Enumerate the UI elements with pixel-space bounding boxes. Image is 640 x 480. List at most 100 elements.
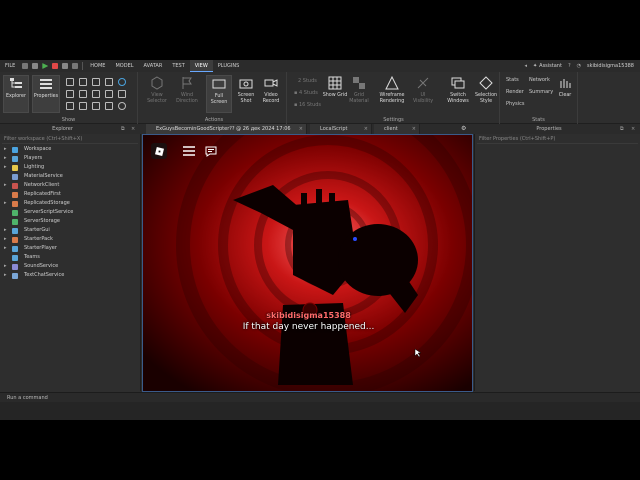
tab-model[interactable]: MODEL: [110, 60, 138, 72]
watch-icon[interactable]: [66, 102, 74, 110]
tab-avatar[interactable]: AVATAR: [139, 60, 168, 72]
call-stack-icon[interactable]: [118, 90, 126, 98]
expand-arrow-icon[interactable]: ▸: [4, 235, 7, 244]
explorer-item[interactable]: ReplicatedFirst: [0, 190, 140, 199]
expand-arrow-icon[interactable]: ▸: [4, 145, 7, 154]
screen-shot-button[interactable]: Screen Shot: [233, 75, 259, 113]
terrain-editor-icon[interactable]: [118, 78, 126, 86]
properties-popout-icon[interactable]: ⧉: [620, 124, 624, 134]
properties-filter-input[interactable]: Filter Properties (Ctrl+Shift+P): [477, 135, 638, 144]
properties-close-icon[interactable]: ×: [631, 124, 635, 134]
video-record-button[interactable]: Video Record: [258, 75, 284, 113]
explorer-button[interactable]: Explorer: [3, 75, 29, 113]
stats-button[interactable]: Stats: [506, 77, 519, 83]
more-icon[interactable]: [72, 63, 79, 69]
ui-visibility-button[interactable]: UI Visibility: [410, 75, 436, 113]
full-screen-button[interactable]: Full Screen: [206, 75, 232, 113]
explorer-item[interactable]: ServerStorage: [0, 217, 140, 226]
notifications-icon[interactable]: ◔: [577, 63, 581, 69]
tag-editor-icon[interactable]: [105, 78, 113, 86]
explorer-item[interactable]: ▸ ReplicatedStorage: [0, 199, 140, 208]
username[interactable]: skibidisigma15388: [587, 63, 634, 69]
script-analysis-icon[interactable]: [79, 90, 87, 98]
four-studs-option[interactable]: ▪ 4 Studs: [294, 90, 318, 96]
hamburger-menu-icon[interactable]: [181, 143, 197, 159]
expand-arrow-icon[interactable]: ▸: [4, 154, 7, 163]
play-icon[interactable]: [42, 63, 49, 69]
close-tab-icon[interactable]: ×: [412, 124, 416, 134]
save-icon[interactable]: [22, 63, 29, 69]
file-menu[interactable]: FILE: [0, 60, 20, 72]
close-tab-icon[interactable]: ×: [299, 124, 303, 134]
sixteen-studs-option[interactable]: ▪ 16 Studs: [294, 102, 321, 108]
explorer-item[interactable]: ▸ TextChatService: [0, 271, 140, 280]
explorer-item[interactable]: Teams: [0, 253, 140, 262]
redo-icon[interactable]: [62, 63, 69, 69]
share-icon[interactable]: ◂: [524, 63, 527, 69]
tab-plugins[interactable]: PLUGINS: [213, 60, 244, 72]
two-studs-option[interactable]: 2 Studs: [298, 78, 317, 84]
game-viewport[interactable]: skibidisigma15388 If that day never happ…: [142, 134, 473, 392]
team-create-icon[interactable]: [92, 78, 100, 86]
chat-icon[interactable]: [203, 143, 219, 159]
expand-arrow-icon[interactable]: ▸: [4, 262, 7, 271]
command-bar-icon[interactable]: [92, 90, 100, 98]
explorer-item[interactable]: ▸ StarterPlayer: [0, 244, 140, 253]
team-test-icon[interactable]: [105, 102, 113, 110]
explorer-item[interactable]: ▸ SoundService: [0, 262, 140, 271]
output-icon[interactable]: [66, 90, 74, 98]
explorer-item[interactable]: ▸ Lighting: [0, 163, 140, 172]
breakpoints-icon[interactable]: [79, 102, 87, 110]
expand-arrow-icon[interactable]: ▸: [4, 199, 7, 208]
command-bar-input[interactable]: Run a command: [0, 392, 640, 402]
tab-view[interactable]: VIEW: [189, 60, 213, 72]
explorer-item[interactable]: ServerScriptService: [0, 208, 140, 217]
tab-client[interactable]: client ×: [374, 124, 420, 134]
undo-icon[interactable]: [32, 63, 39, 69]
explorer-item[interactable]: ▸ Players: [0, 154, 140, 163]
tab-home[interactable]: HOME: [85, 60, 110, 72]
grid-material-button[interactable]: Grid Material: [346, 75, 372, 113]
physics-button[interactable]: Physics: [506, 101, 525, 107]
history-icon[interactable]: [118, 102, 126, 110]
asset-manager-icon[interactable]: [79, 78, 87, 86]
expand-arrow-icon[interactable]: ▸: [4, 163, 7, 172]
tab-client-label: client: [384, 126, 398, 132]
explorer-close-icon[interactable]: ×: [131, 124, 135, 134]
close-tab-icon[interactable]: ×: [364, 124, 368, 134]
expand-arrow-icon[interactable]: ▸: [4, 271, 7, 280]
view-selector-button[interactable]: View Selector: [144, 75, 170, 113]
expand-arrow-icon[interactable]: ▸: [4, 226, 7, 235]
explorer-item[interactable]: ▸ NetworkClient: [0, 181, 140, 190]
toolbox-icon[interactable]: [66, 78, 74, 86]
show-grid-button[interactable]: Show Grid: [322, 75, 348, 113]
explorer-item[interactable]: ▸ StarterGui: [0, 226, 140, 235]
tab-localscript[interactable]: LocalScript ×: [310, 124, 372, 134]
summary-button[interactable]: Summary: [529, 89, 553, 95]
game-icon[interactable]: [92, 102, 100, 110]
properties-button[interactable]: Properties: [32, 75, 60, 113]
expand-arrow-icon[interactable]: ▸: [4, 181, 7, 190]
tab-test[interactable]: TEST: [167, 60, 189, 72]
clear-button[interactable]: Clear: [554, 75, 576, 113]
explorer-popout-icon[interactable]: ⧉: [121, 124, 125, 134]
selection-style-button[interactable]: Selection Style: [472, 75, 500, 113]
render-button[interactable]: Render: [506, 89, 524, 95]
explorer-item[interactable]: ▸ StarterPack: [0, 235, 140, 244]
expand-arrow-icon[interactable]: ▸: [4, 244, 7, 253]
assistant-button[interactable]: ✦ Assistant: [533, 63, 562, 69]
wind-direction-button[interactable]: Wind Direction: [174, 75, 200, 113]
wireframe-rendering-button[interactable]: Wireframe Rendering: [376, 75, 408, 113]
network-button[interactable]: Network: [529, 77, 550, 83]
help-icon[interactable]: ?: [568, 63, 571, 69]
explorer-item[interactable]: MaterialService: [0, 172, 140, 181]
menu-bar: FILE HOME MODEL AVATAR TEST VIEW PLUGINS…: [0, 60, 640, 72]
switch-windows-button[interactable]: Switch Windows: [444, 75, 472, 113]
tab-script-main[interactable]: ExGuysBecominGoodScripter?? @ 26 дек 202…: [146, 124, 307, 134]
explorer-filter-input[interactable]: Filter workspace (Ctrl+Shift+X): [2, 135, 138, 144]
settings-gear-icon[interactable]: ⚙: [461, 124, 466, 134]
explorer-item[interactable]: ▸ Workspace: [0, 145, 140, 154]
stop-icon[interactable]: [52, 63, 59, 69]
find-results-icon[interactable]: [105, 90, 113, 98]
roblox-logo-icon[interactable]: [151, 143, 167, 159]
